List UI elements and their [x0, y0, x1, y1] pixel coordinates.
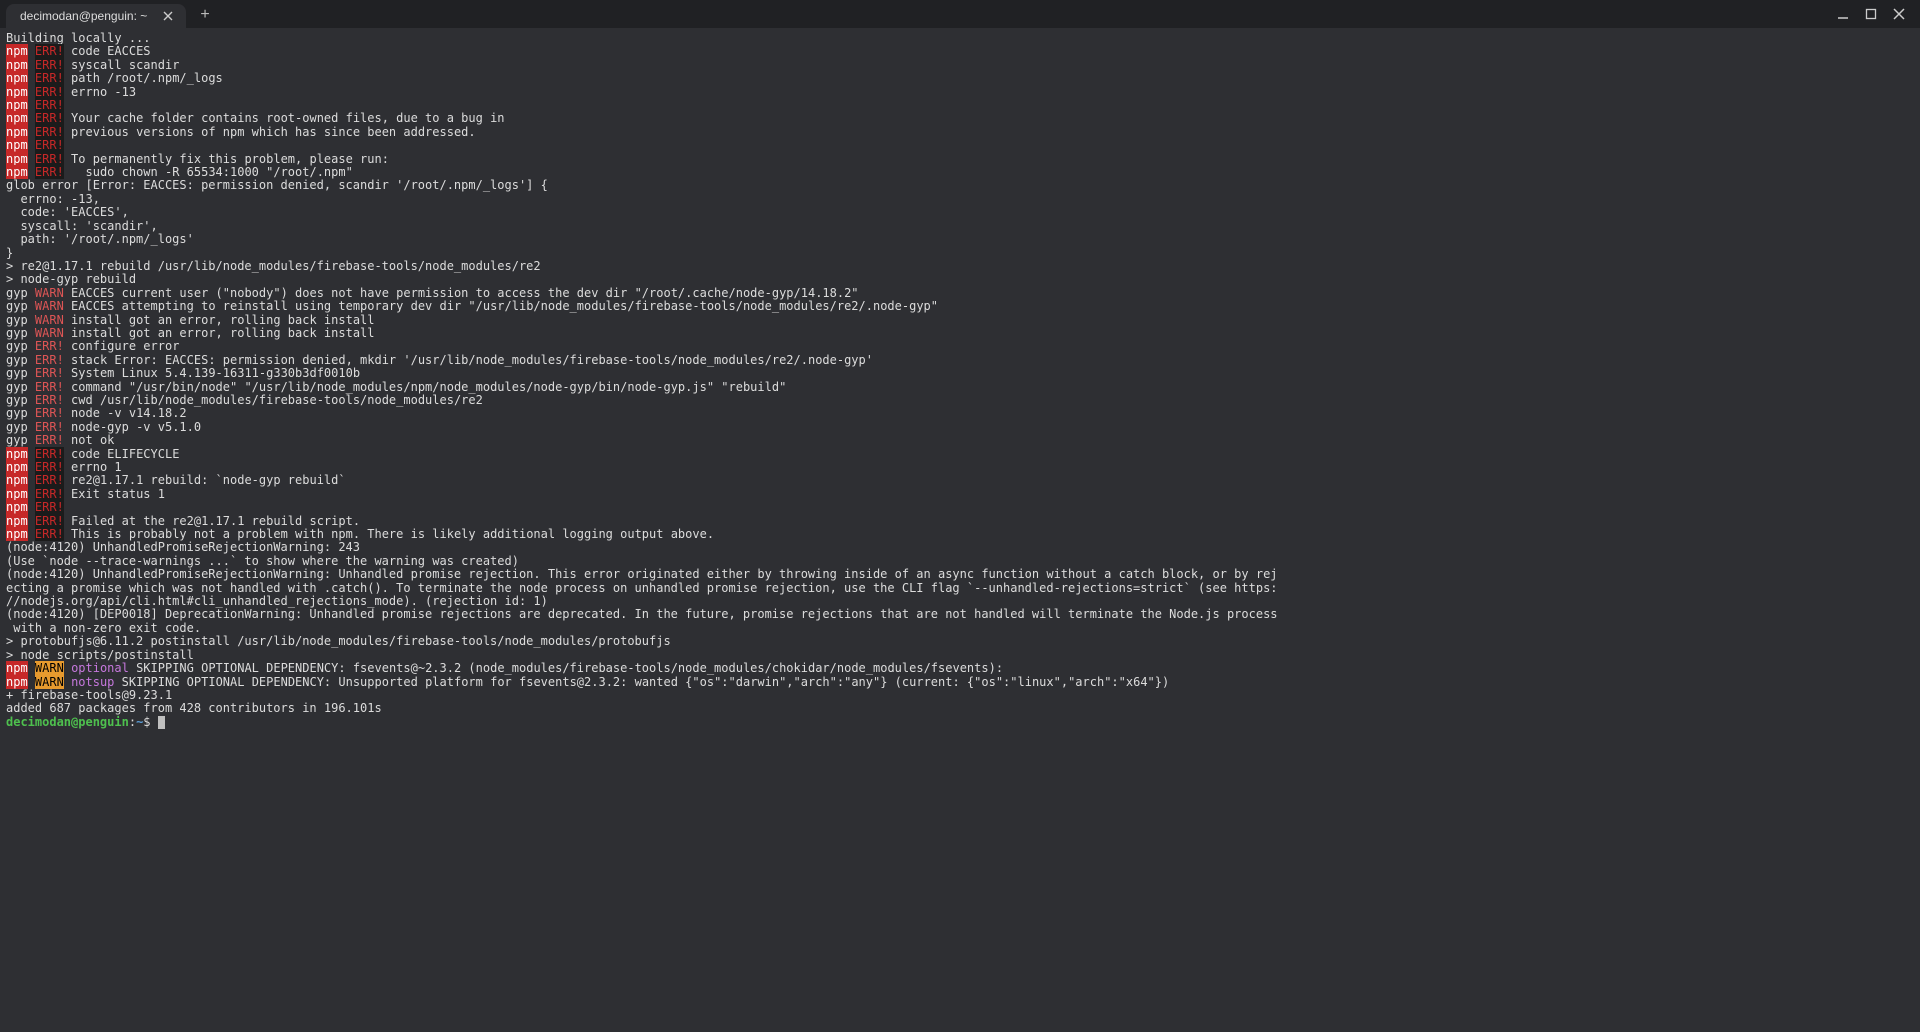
output-line: ecting a promise which was not handled w…: [6, 582, 1914, 595]
close-window-icon[interactable]: [1892, 7, 1906, 21]
output-line: npm ERR! re2@1.17.1 rebuild: `node-gyp r…: [6, 474, 1914, 487]
tab-title: decimodan@penguin: ~: [20, 9, 152, 23]
output-line: npm ERR! sudo chown -R 65534:1000 "/root…: [6, 166, 1914, 179]
output-line: gyp WARN EACCES current user ("nobody") …: [6, 287, 1914, 300]
output-line: npm ERR! errno 1: [6, 461, 1914, 474]
output-line: npm ERR! To permanently fix this problem…: [6, 153, 1914, 166]
close-tab-icon[interactable]: [160, 8, 176, 24]
output-line: > re2@1.17.1 rebuild /usr/lib/node_modul…: [6, 260, 1914, 273]
output-line: > node-gyp rebuild: [6, 273, 1914, 286]
output-line: code: 'EACCES',: [6, 206, 1914, 219]
output-line: gyp ERR! cwd /usr/lib/node_modules/fireb…: [6, 394, 1914, 407]
output-line: errno: -13,: [6, 193, 1914, 206]
output-line: added 687 packages from 428 contributors…: [6, 702, 1914, 715]
output-line: npm WARN optional SKIPPING OPTIONAL DEPE…: [6, 662, 1914, 675]
output-line: gyp WARN install got an error, rolling b…: [6, 327, 1914, 340]
output-line: + firebase-tools@9.23.1: [6, 689, 1914, 702]
output-line: > node scripts/postinstall: [6, 649, 1914, 662]
output-line: npm ERR! Failed at the re2@1.17.1 rebuil…: [6, 515, 1914, 528]
maximize-icon[interactable]: [1864, 7, 1878, 21]
prompt-line[interactable]: decimodan@penguin:~$: [6, 716, 1914, 729]
output-line: npm ERR! code EACCES: [6, 45, 1914, 58]
output-line: npm ERR! Exit status 1: [6, 488, 1914, 501]
output-line: npm ERR! This is probably not a problem …: [6, 528, 1914, 541]
output-line: gyp ERR! node -v v14.18.2: [6, 407, 1914, 420]
output-line: }: [6, 247, 1914, 260]
output-line: npm ERR! previous versions of npm which …: [6, 126, 1914, 139]
output-line: npm ERR!: [6, 99, 1914, 112]
output-line: //nodejs.org/api/cli.html#cli_unhandled_…: [6, 595, 1914, 608]
output-line: gyp ERR! stack Error: EACCES: permission…: [6, 354, 1914, 367]
minimize-icon[interactable]: [1836, 7, 1850, 21]
output-line: gyp ERR! not ok: [6, 434, 1914, 447]
output-line: gyp ERR! node-gyp -v v5.1.0: [6, 421, 1914, 434]
output-line: npm ERR! syscall scandir: [6, 59, 1914, 72]
output-line: gyp ERR! configure error: [6, 340, 1914, 353]
output-line: (Use `node --trace-warnings ...` to show…: [6, 555, 1914, 568]
output-line: npm ERR! path /root/.npm/_logs: [6, 72, 1914, 85]
output-line: path: '/root/.npm/_logs': [6, 233, 1914, 246]
output-line: with a non-zero exit code.: [6, 622, 1914, 635]
output-line: npm ERR!: [6, 139, 1914, 152]
output-line: > protobufjs@6.11.2 postinstall /usr/lib…: [6, 635, 1914, 648]
output-line: npm ERR! Your cache folder contains root…: [6, 112, 1914, 125]
output-line: npm ERR!: [6, 501, 1914, 514]
output-line: (node:4120) UnhandledPromiseRejectionWar…: [6, 568, 1914, 581]
cursor: [158, 716, 165, 729]
output-line: (node:4120) UnhandledPromiseRejectionWar…: [6, 541, 1914, 554]
title-bar: decimodan@penguin: ~ +: [0, 0, 1920, 28]
output-line: (node:4120) [DEP0018] DeprecationWarning…: [6, 608, 1914, 621]
terminal-tab[interactable]: decimodan@penguin: ~: [6, 4, 186, 28]
output-line: npm ERR! code ELIFECYCLE: [6, 448, 1914, 461]
output-line: npm ERR! errno -13: [6, 86, 1914, 99]
output-line: gyp ERR! System Linux 5.4.139-16311-g330…: [6, 367, 1914, 380]
window-controls: [1836, 0, 1920, 28]
output-line: gyp WARN EACCES attempting to reinstall …: [6, 300, 1914, 313]
output-line: Building locally ...: [6, 32, 1914, 45]
prompt-user-host: decimodan@penguin: [6, 715, 129, 729]
output-line: gyp ERR! command "/usr/bin/node" "/usr/l…: [6, 381, 1914, 394]
output-line: glob error [Error: EACCES: permission de…: [6, 179, 1914, 192]
terminal-output[interactable]: Building locally ...npm ERR! code EACCES…: [0, 28, 1920, 1032]
output-line: syscall: 'scandir',: [6, 220, 1914, 233]
new-tab-button[interactable]: +: [194, 4, 216, 26]
output-line: npm WARN notsup SKIPPING OPTIONAL DEPEND…: [6, 676, 1914, 689]
output-line: gyp WARN install got an error, rolling b…: [6, 314, 1914, 327]
